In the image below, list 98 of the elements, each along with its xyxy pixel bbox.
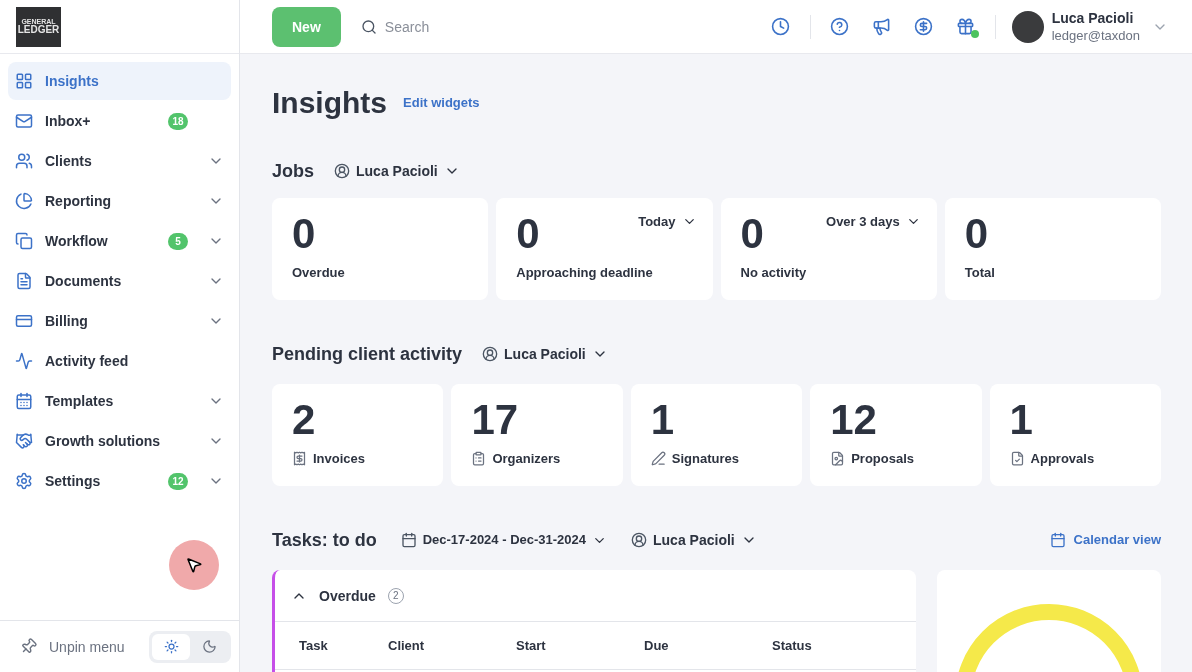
user-email: ledger@taxdon — [1051, 28, 1140, 45]
column-header: Status — [772, 636, 812, 655]
user-icon — [482, 346, 499, 362]
stat-value: 12 — [830, 396, 877, 444]
column-header: Due — [644, 636, 670, 655]
sidebar-item[interactable]: Templates — [8, 382, 231, 420]
user-filter-dropdown[interactable]: Luca Pacioli — [334, 161, 460, 181]
settings-icon — [15, 472, 33, 490]
grid-icon — [15, 72, 33, 90]
calendar-icon — [15, 392, 33, 410]
card-icon — [15, 312, 33, 330]
stat-label: Total — [964, 264, 995, 282]
avatar — [1011, 10, 1044, 43]
count-badge: 18 — [168, 112, 188, 130]
calendar-icon — [1049, 532, 1066, 548]
moon-icon — [201, 639, 217, 654]
user-icon — [334, 163, 350, 179]
signature-icon — [650, 451, 666, 467]
stat-value: 0 — [516, 210, 540, 258]
sidebar-label: Templates — [45, 392, 115, 411]
logo-text: LEDGER — [17, 25, 60, 35]
clock-icon[interactable] — [769, 15, 792, 38]
sidebar-item[interactable]: Clients — [8, 142, 231, 180]
edit-widgets-link[interactable]: Edit widgets — [403, 93, 480, 113]
group-label: Overdue — [319, 586, 376, 606]
column-header: Client — [388, 636, 426, 655]
stat-label: Signatures — [671, 450, 739, 468]
column-header: Task — [299, 636, 329, 655]
sidebar-label: Activity feed — [45, 352, 130, 371]
calendar-icon — [400, 532, 417, 548]
document-check-icon — [1009, 451, 1025, 467]
pie-chart-icon — [15, 192, 33, 210]
sidebar-label: Insights — [45, 72, 100, 91]
dollar-icon[interactable] — [912, 15, 935, 38]
stat-value: 0 — [964, 210, 989, 258]
task-group-header[interactable]: Overdue 2 — [275, 570, 916, 622]
section-title: Pending client activity — [272, 343, 463, 366]
unpin-menu-button[interactable]: Unpin menu — [49, 636, 137, 657]
user-filter-dropdown[interactable]: Luca Pacioli — [631, 530, 757, 550]
sidebar-item[interactable]: Insights — [8, 62, 231, 100]
user-filter-dropdown[interactable]: Luca Pacioli — [482, 344, 608, 364]
sidebar-item[interactable]: Inbox+ 18 — [8, 102, 231, 140]
page-title: Insights — [272, 88, 387, 118]
stat-value: 1 — [1009, 396, 1033, 444]
receipt-icon — [292, 451, 307, 467]
stat-value: 2 — [292, 396, 316, 444]
column-header: Start — [516, 636, 547, 655]
count-badge: 12 — [168, 472, 188, 490]
help-icon[interactable] — [828, 15, 851, 38]
user-menu[interactable]: Luca Pacioli ledger@taxdon — [1011, 8, 1168, 45]
stat-value: 0 — [740, 210, 764, 258]
sidebar-item[interactable]: Growth solutions — [8, 422, 231, 460]
stat-label: Proposals — [851, 450, 915, 468]
section-title: Tasks: to do — [272, 529, 377, 552]
search-icon — [360, 17, 377, 36]
sidebar-item[interactable]: Documents — [8, 262, 231, 300]
stat-label: Approvals — [1030, 450, 1095, 468]
handshake-icon — [15, 432, 33, 450]
sidebar-item[interactable]: Settings 12 — [8, 462, 231, 500]
sidebar-label: Clients — [45, 152, 93, 171]
sidebar-item[interactable]: Workflow 5 — [8, 222, 231, 260]
sidebar-item[interactable]: Billing — [8, 302, 231, 340]
pulse-icon — [15, 352, 33, 370]
stat-value: 0 — [292, 210, 316, 258]
clipboard-icon — [471, 451, 487, 467]
stat-label: Organizers — [492, 450, 561, 468]
stat-label: No activity — [740, 264, 807, 282]
user-icon — [631, 532, 647, 548]
sidebar-label: Reporting — [45, 192, 113, 211]
sidebar-label: Settings — [45, 472, 102, 491]
stat-label: Overdue — [292, 264, 345, 282]
document-icon — [830, 451, 846, 467]
document-icon — [15, 272, 33, 290]
user-name: Luca Pacioli — [1051, 9, 1135, 29]
sidebar-label: Billing — [45, 312, 89, 331]
sidebar-label: Growth solutions — [45, 432, 162, 451]
section-title: Jobs — [272, 160, 314, 183]
sidebar-item[interactable]: Reporting — [8, 182, 231, 220]
sun-icon — [163, 639, 179, 654]
date-range-dropdown[interactable]: Dec-17-2024 - Dec-31-2024 — [400, 530, 607, 550]
sidebar-label: Documents — [45, 272, 123, 291]
cursor-icon — [185, 556, 203, 574]
mail-icon — [15, 112, 33, 130]
people-icon — [15, 152, 33, 170]
sidebar-label: Workflow — [45, 232, 109, 251]
count-badge: 5 — [168, 232, 188, 250]
stat-value: 17 — [471, 396, 519, 444]
stat-value: 1 — [650, 396, 675, 444]
stack-icon — [15, 232, 33, 250]
search-field[interactable]: Search — [384, 16, 581, 37]
calendar-view-link[interactable]: Calendar view — [1049, 530, 1161, 550]
stat-label: Invoices — [313, 450, 366, 468]
sidebar-label: Inbox+ — [45, 112, 92, 131]
sidebar-item[interactable]: Activity feed — [8, 342, 231, 380]
period-dropdown[interactable]: Today — [638, 212, 697, 232]
stat-label: Approaching deadline — [516, 264, 653, 282]
period-dropdown[interactable]: Over 3 days — [826, 212, 921, 232]
light-mode-button[interactable] — [152, 633, 190, 660]
